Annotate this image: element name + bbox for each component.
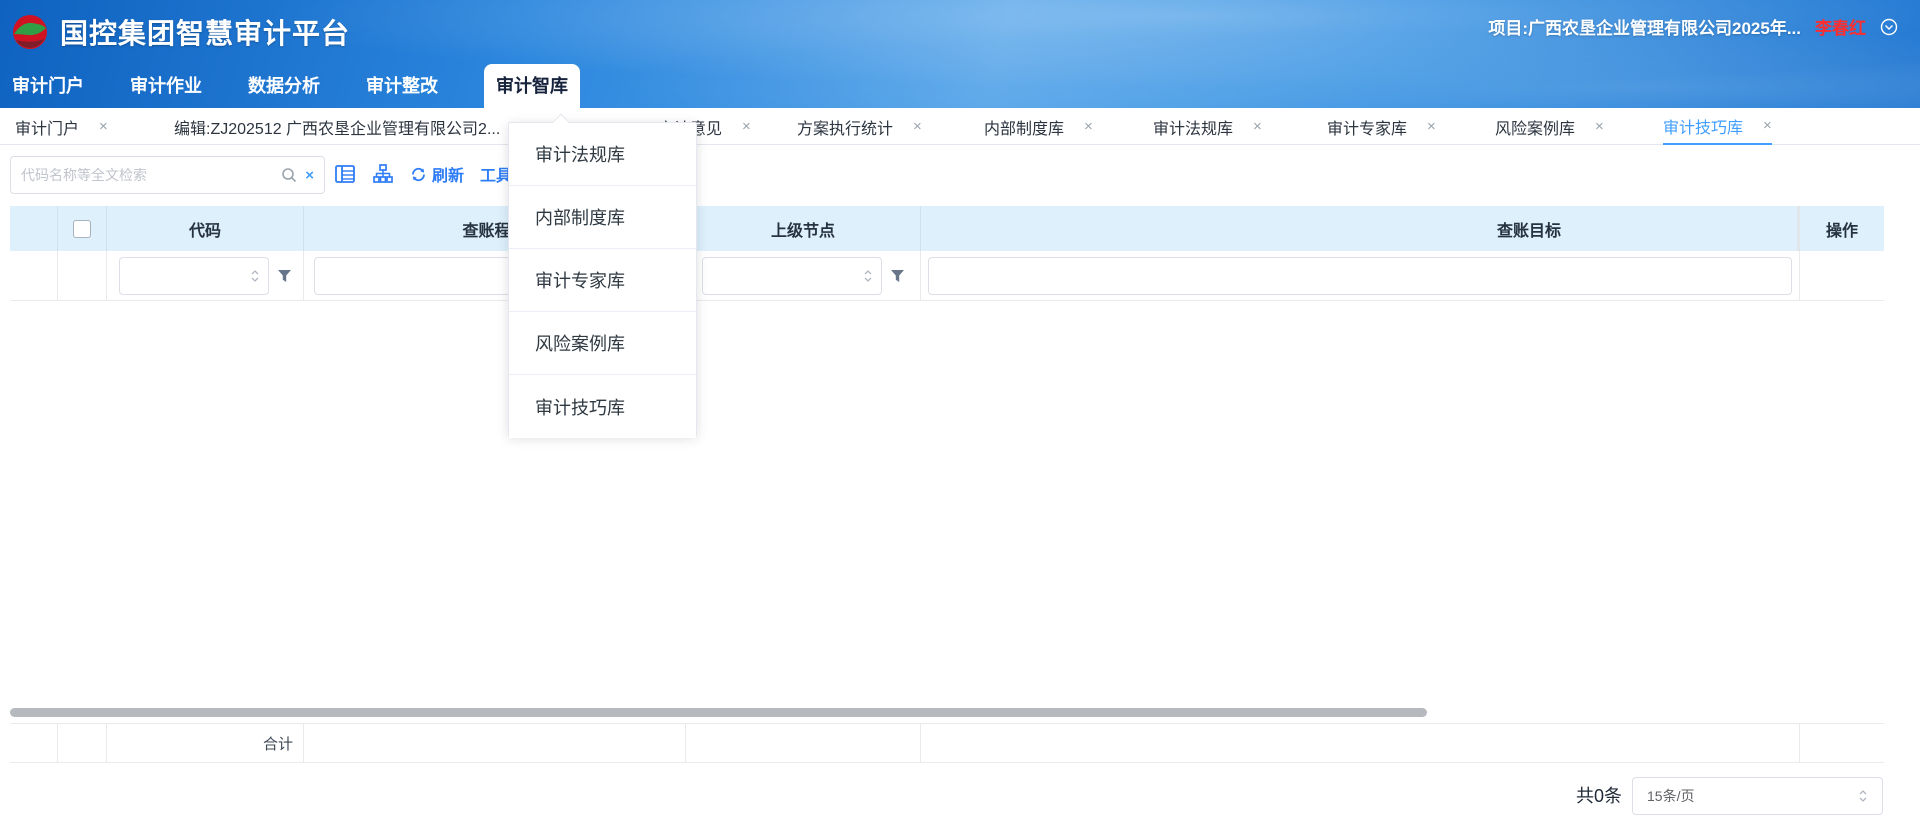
col-header-parent[interactable]: 上级节点 bbox=[686, 206, 921, 251]
tab-bar: 审计门户 × 编辑:ZJ202512 广西农垦企业管理有限公司2... × 审计… bbox=[0, 108, 1920, 145]
menu-item-audit-experts[interactable]: 审计专家库 bbox=[509, 249, 696, 312]
select-spinner-icon bbox=[863, 269, 873, 283]
target-filter-input[interactable] bbox=[928, 257, 1792, 295]
summary-label: 合计 bbox=[107, 724, 304, 762]
close-icon[interactable]: × bbox=[99, 118, 108, 135]
horizontal-scrollbar-thumb[interactable] bbox=[10, 708, 1427, 717]
tab-audit-portal[interactable]: 审计门户 × bbox=[15, 108, 108, 145]
search-input[interactable] bbox=[21, 167, 281, 183]
close-icon[interactable]: × bbox=[742, 118, 751, 135]
pagination-bar: 共0条 15条/页 bbox=[0, 763, 1920, 833]
toolbar: × 刷新 工具 bbox=[0, 145, 1920, 206]
table-header-row: 代码 查账程序 上级节点 查账目标 操作 bbox=[10, 206, 1884, 251]
project-label: 项目:广西农垦企业管理有限公司2025年... bbox=[1488, 14, 1801, 39]
close-icon[interactable]: × bbox=[1763, 117, 1772, 134]
code-filter-select[interactable] bbox=[119, 257, 269, 295]
refresh-label: 刷新 bbox=[432, 162, 464, 186]
close-icon[interactable]: × bbox=[1427, 118, 1436, 135]
page-title: 国控集团智慧审计平台 bbox=[60, 12, 350, 52]
tab-plan-exec-stats[interactable]: 方案执行统计 × bbox=[797, 108, 922, 145]
clear-search-icon[interactable]: × bbox=[305, 167, 314, 184]
app-logo-icon bbox=[12, 14, 48, 50]
col-header-target[interactable]: 查账目标 bbox=[921, 206, 1797, 251]
refresh-button[interactable]: 刷新 bbox=[410, 162, 464, 186]
tab-audit-experts[interactable]: 审计专家库 × bbox=[1327, 108, 1436, 145]
menu-item-internal-rules[interactable]: 内部制度库 bbox=[509, 186, 696, 249]
nav-item-audit-work[interactable]: 审计作业 bbox=[130, 64, 202, 108]
tab-audit-laws[interactable]: 审计法规库 × bbox=[1153, 108, 1262, 145]
table-view-icon[interactable] bbox=[334, 163, 356, 185]
close-icon[interactable]: × bbox=[1253, 118, 1262, 135]
tree-view-icon[interactable] bbox=[372, 163, 394, 185]
close-icon[interactable]: × bbox=[1595, 118, 1604, 135]
menu-item-risk-cases[interactable]: 风险案例库 bbox=[509, 312, 696, 375]
nav-item-audit-rectify[interactable]: 审计整改 bbox=[366, 64, 438, 108]
col-header-actions: 操作 bbox=[1800, 206, 1884, 251]
tab-edit-project[interactable]: 编辑:ZJ202512 广西农垦企业管理有限公司2... × bbox=[174, 108, 529, 145]
summary-row: 合计 bbox=[10, 723, 1884, 763]
search-box: × bbox=[10, 156, 325, 194]
table-empty-area bbox=[0, 301, 1920, 707]
nav-item-audit-portal[interactable]: 审计门户 bbox=[12, 64, 84, 108]
nav-item-audit-knowledge[interactable]: 审计智库 bbox=[484, 64, 580, 108]
tab-audit-skills[interactable]: 审计技巧库 × bbox=[1663, 108, 1772, 145]
search-icon[interactable] bbox=[281, 167, 297, 183]
select-all-checkbox[interactable] bbox=[73, 220, 91, 238]
user-name[interactable]: 李春红 bbox=[1815, 14, 1866, 39]
data-table: 代码 查账程序 上级节点 查账目标 操作 bbox=[10, 206, 1884, 301]
close-icon[interactable]: × bbox=[1084, 118, 1093, 135]
total-count: 共0条 bbox=[1576, 777, 1622, 815]
user-menu-chevron-icon[interactable] bbox=[1880, 18, 1898, 36]
filter-row bbox=[10, 251, 1884, 301]
select-all-header bbox=[58, 206, 107, 251]
refresh-icon bbox=[410, 166, 427, 183]
select-spinner-icon bbox=[250, 269, 260, 283]
select-spinner-icon bbox=[1858, 789, 1868, 803]
menu-item-audit-skills[interactable]: 审计技巧库 bbox=[509, 375, 696, 438]
filter-funnel-icon[interactable] bbox=[277, 269, 292, 283]
parent-node-filter-select[interactable] bbox=[702, 257, 882, 295]
tab-internal-rules[interactable]: 内部制度库 × bbox=[984, 108, 1093, 145]
page-size-select[interactable]: 15条/页 bbox=[1632, 777, 1883, 815]
row-number-header bbox=[10, 206, 58, 251]
tab-risk-cases[interactable]: 风险案例库 × bbox=[1495, 108, 1604, 145]
filter-funnel-icon[interactable] bbox=[890, 269, 905, 283]
menu-item-audit-laws[interactable]: 审计法规库 bbox=[509, 123, 696, 186]
close-icon[interactable]: × bbox=[913, 118, 922, 135]
main-nav: 审计门户 审计作业 数据分析 审计整改 审计智库 bbox=[0, 64, 614, 108]
app-header: 国控集团智慧审计平台 项目:广西农垦企业管理有限公司2025年... 李春红 审… bbox=[0, 0, 1920, 108]
audit-knowledge-dropdown-menu: 审计法规库 内部制度库 审计专家库 风险案例库 审计技巧库 bbox=[508, 122, 697, 437]
nav-item-data-analysis[interactable]: 数据分析 bbox=[248, 64, 320, 108]
col-header-code[interactable]: 代码 bbox=[107, 206, 304, 251]
